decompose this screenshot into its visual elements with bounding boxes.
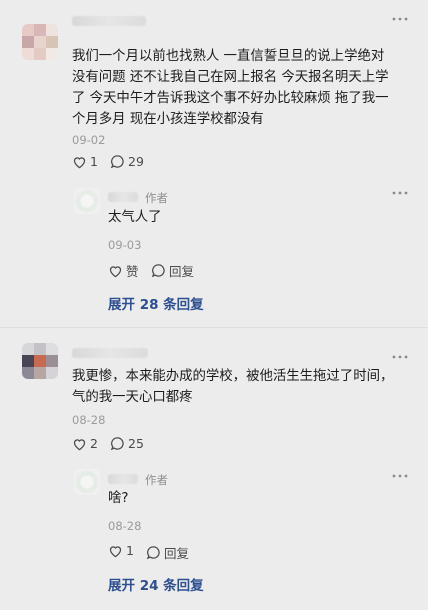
like-count: 2 <box>90 436 98 451</box>
username-blurred[interactable] <box>72 16 146 26</box>
like-button[interactable]: 1 <box>108 543 134 558</box>
avatar[interactable] <box>74 188 100 214</box>
more-dots-icon[interactable] <box>392 12 408 22</box>
heart-like-icon <box>109 545 122 557</box>
more-dots-icon[interactable] <box>392 350 408 360</box>
comment-count: 29 <box>128 154 144 169</box>
username-blurred[interactable] <box>108 474 138 484</box>
username-blurred[interactable] <box>108 192 138 202</box>
heart-like-icon <box>109 265 122 277</box>
like-button[interactable]: 1 <box>72 154 98 169</box>
reply-date: 08-28 <box>108 519 142 533</box>
avatar[interactable] <box>22 24 58 60</box>
reply-text: 啥? <box>108 491 129 506</box>
comment-date: 08-28 <box>72 413 106 427</box>
comment-button[interactable]: 25 <box>110 436 144 451</box>
reply-label: 回复 <box>169 264 195 279</box>
comment-bubble-icon <box>110 437 124 451</box>
more-dots-icon[interactable] <box>392 186 408 196</box>
expand-replies-link[interactable]: 展开 28 条回复 <box>108 293 204 313</box>
like-button[interactable]: 赞 <box>108 261 139 280</box>
avatar[interactable] <box>74 469 100 495</box>
like-count: 1 <box>90 154 98 169</box>
avatar[interactable] <box>22 343 58 379</box>
like-label: 赞 <box>126 264 139 279</box>
reply-text: 太气人了 <box>108 210 162 225</box>
heart-like-icon <box>73 156 86 168</box>
reply-label: 回复 <box>164 546 190 561</box>
comment-bubble-icon <box>146 546 160 560</box>
like-count: 1 <box>126 543 134 558</box>
heart-like-icon <box>73 438 86 450</box>
divider <box>0 327 428 328</box>
like-button[interactable]: 2 <box>72 436 98 451</box>
reply-button[interactable]: 回复 <box>146 543 189 562</box>
comment-text: 我更惨，本来能办成的学校，被他活生生拖过了时间， 气的我一天心口都疼 <box>72 369 394 405</box>
username-blurred[interactable] <box>72 348 148 358</box>
reply-button[interactable]: 回复 <box>151 261 194 280</box>
more-dots-icon[interactable] <box>392 469 408 479</box>
comment-bubble-icon <box>151 264 165 278</box>
comment-date: 09-02 <box>72 133 106 147</box>
expand-replies-link[interactable]: 展开 24 条回复 <box>108 574 204 594</box>
reply-date: 09-03 <box>108 238 142 252</box>
comment-button[interactable]: 29 <box>110 154 144 169</box>
comment-count: 25 <box>128 436 144 451</box>
comment-bubble-icon <box>110 155 124 169</box>
author-tag: 作者 <box>145 191 168 205</box>
comment-text: 我们一个月以前也找熟人 一直信誓旦旦的说上学绝对 没有问题 还不让我自己在网上报… <box>72 49 389 127</box>
author-tag: 作者 <box>145 473 168 487</box>
